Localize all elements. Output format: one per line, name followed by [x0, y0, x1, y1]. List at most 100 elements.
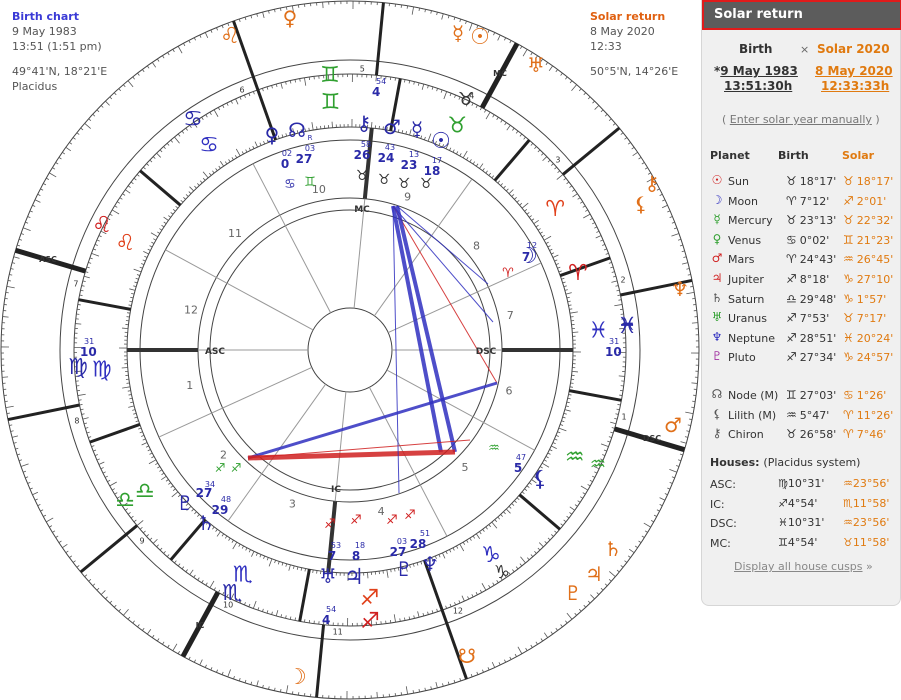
- zodiac-tick: [127, 390, 131, 392]
- moon-icon: ☽: [711, 192, 723, 207]
- birth-sign-icon: ♐: [786, 272, 797, 286]
- birth-degree: 23°13': [799, 214, 837, 228]
- house-number: 7: [507, 309, 514, 322]
- solar-date-link[interactable]: 8 May 2020 12:33:33h: [815, 64, 893, 94]
- zodiac-tick: [299, 78, 301, 82]
- uranus-icon: ♅: [319, 564, 337, 588]
- enter-solar-year-manually[interactable]: ( Enter solar year manually ): [722, 113, 880, 126]
- zodiac-sign-icon: ♓: [588, 318, 608, 343]
- ic-label: IC: [331, 485, 341, 495]
- display-all-house-cusps[interactable]: Display all house cusps »: [734, 560, 873, 573]
- planet-name: Node (M): [728, 389, 779, 402]
- birth-degree: 10°31': [787, 477, 825, 490]
- solar-cusp: ♏11°58': [843, 497, 889, 510]
- planet-name: Mercury: [728, 214, 773, 228]
- solar-header: Solar 2020: [817, 42, 890, 56]
- solar-sign-icon: ♋: [843, 388, 854, 402]
- solar-capricorn-icon: ♑: [494, 562, 510, 583]
- birth-cusp: ♐4°54': [778, 497, 817, 510]
- moon-degrees: 7: [522, 250, 530, 264]
- planet-row: ⚷ Chiron ♉ 26°58' ♈ 7°46': [710, 426, 900, 444]
- birth-degree: 29°48': [799, 292, 837, 306]
- house-number: 8: [473, 240, 480, 253]
- planet-name: Pluto: [728, 351, 756, 365]
- sagittarius-icon: ♐: [404, 508, 416, 523]
- solar-position: ♓ 20°24': [843, 331, 893, 345]
- solar-position: ♉ 7°17': [843, 311, 886, 325]
- birth-date-value[interactable]: 9 May 1983: [720, 64, 798, 78]
- solar-pisces-b-icon: ♓: [617, 314, 637, 339]
- center-circle: [307, 307, 393, 393]
- neptune-icon: ♆: [421, 552, 439, 576]
- birth-date-link[interactable]: *9 May 1983 13:51:30h: [714, 64, 798, 94]
- uranus-icon: ♅: [711, 310, 723, 325]
- solar-house-number: 6: [240, 85, 245, 94]
- mars-icon: ♂: [383, 115, 401, 139]
- planet-row: ♂ Mars ♈ 24°43' ♒ 26°45': [710, 251, 900, 269]
- outer-mc-label: MC: [493, 69, 507, 78]
- solar-position: ♈ 7°46': [843, 427, 886, 441]
- solar-leo-outer-icon: ♌: [220, 24, 240, 49]
- birth-degree: 27°34': [799, 351, 837, 365]
- house-name: DSC:: [710, 517, 737, 530]
- birth-time-value[interactable]: 13:51:30h: [714, 79, 798, 94]
- paren-close: ): [871, 113, 880, 126]
- solar-sign-icon: ♉: [843, 213, 854, 228]
- solar-time-value[interactable]: 12:33:33h: [815, 79, 893, 94]
- solar-uranus-icon: ♅: [527, 53, 545, 77]
- lilith-degrees: 5: [514, 461, 522, 475]
- birth-cusp: ♓10°31': [778, 516, 824, 529]
- solar-degree: 22°32': [856, 214, 894, 228]
- house-name: MC:: [710, 536, 731, 550]
- house-number: 2: [220, 448, 227, 461]
- solar-sign-icon: ♈: [843, 407, 854, 422]
- col-birth: Birth: [778, 149, 809, 162]
- solar-sign-icon: ♑: [843, 272, 854, 286]
- node-icon: ☊: [288, 118, 306, 142]
- solar-house-number: 8: [74, 417, 79, 426]
- solar-cancer-icon: ♋: [183, 107, 203, 132]
- neptune-degrees: 28: [410, 537, 427, 551]
- birth-sign-icon: ♊: [786, 388, 797, 402]
- birth-position: ♎ 29°48': [786, 292, 836, 306]
- planet-row: ☿ Mercury ♉ 23°13' ♉ 22°32': [710, 212, 900, 230]
- birth-position: ♐ 28°51': [786, 331, 836, 345]
- solar-sagittarius-icon: ♐: [360, 609, 380, 634]
- solar-aries-icon: ♈: [568, 261, 588, 286]
- enter-solar-year-link[interactable]: Enter solar year manually: [730, 113, 872, 126]
- solar-sign-icon: ♑: [843, 350, 854, 365]
- pluto-b-degrees: 27: [390, 545, 407, 559]
- col-solar: Solar: [842, 149, 875, 162]
- solar-degree: 20°24': [856, 331, 894, 345]
- saturn-icon: ♄: [711, 290, 723, 305]
- mars-degrees: 24: [378, 151, 395, 165]
- house-row: IC: ♐4°54' ♏11°58': [710, 496, 900, 514]
- solar-position: ♑ 24°57': [843, 350, 893, 364]
- birth-sign-icon: ♈: [786, 252, 797, 267]
- birth-cusp: ♊4°54': [778, 536, 817, 549]
- birth-sign-icon: ♉: [786, 174, 797, 188]
- jupiter-degrees: 8: [352, 549, 360, 563]
- planet-row: ♄ Saturn ♎ 29°48' ♑ 1°57': [710, 291, 900, 309]
- paren-open: (: [722, 113, 730, 126]
- solar-house-number: 3: [555, 155, 560, 164]
- solar-date-value[interactable]: 8 May 2020: [815, 64, 893, 78]
- solar-house-number: 7: [73, 280, 78, 289]
- chiron-icon: ⚷: [712, 426, 722, 441]
- sun-icon: ☉: [431, 129, 451, 154]
- mercury-icon: ☿: [411, 117, 423, 141]
- solar-degree: 23°56': [852, 516, 890, 529]
- solar-degree: 1°26': [856, 389, 887, 402]
- solar-degree: 23°56': [852, 477, 890, 490]
- birth-sign-icon: ♊: [778, 535, 788, 549]
- solar-degree: 7°46': [856, 428, 887, 442]
- outer-tick: [6, 412, 10, 414]
- display-all-link[interactable]: Display all house cusps: [734, 560, 863, 573]
- birth-degree: 7°53': [799, 312, 830, 326]
- birth-degree: 26°58': [799, 428, 837, 442]
- solar-degree: 11°26': [856, 408, 894, 422]
- outer-tick: [412, 690, 414, 694]
- birth-position: ♈ 24°43': [786, 252, 836, 266]
- solar-degree: 11°58': [852, 535, 890, 549]
- houses-system: (Placidus system): [763, 456, 861, 469]
